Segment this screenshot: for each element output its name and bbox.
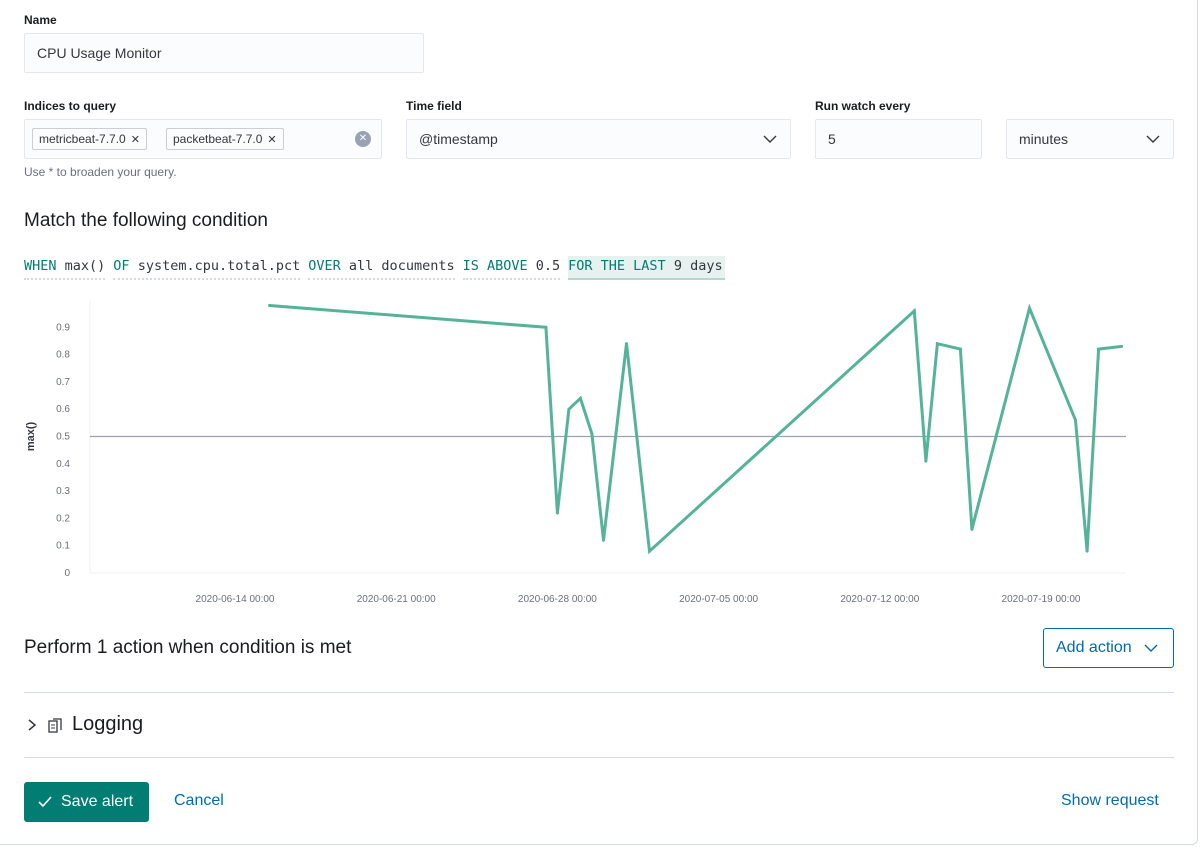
data-point <box>648 549 652 553</box>
when-value: max() <box>64 258 106 274</box>
y-tick-label: 0.3 <box>56 486 70 497</box>
when-keyword: WHEN <box>24 258 57 274</box>
remove-pill-icon[interactable]: ✕ <box>131 134 140 146</box>
y-tick-label: 0.5 <box>56 432 70 443</box>
over-expression[interactable]: OVER all documents <box>308 256 455 280</box>
time-window-keyword: FOR THE LAST <box>568 258 666 274</box>
data-point <box>567 407 571 411</box>
data-point <box>624 342 628 346</box>
data-point <box>601 538 605 542</box>
add-action-label: Add action <box>1056 639 1132 656</box>
run-every-unit-select[interactable]: minutes <box>1006 119 1174 159</box>
over-value: all documents <box>348 258 455 274</box>
name-input-value: CPU Usage Monitor <box>37 45 162 61</box>
series-line <box>269 303 1122 555</box>
condition-expression: WHEN max() OF system.cpu.total.pct OVER al… <box>24 256 733 280</box>
y-tick-label: 0.8 <box>56 350 70 361</box>
index-pill-label: metricbeat-7.7.0 <box>39 132 126 146</box>
time-field-label: Time field <box>406 99 462 113</box>
time-field-value: @timestamp <box>419 131 498 147</box>
x-tick-label: 2020-06-21 00:00 <box>357 594 436 605</box>
divider <box>24 757 1174 758</box>
y-axis-title: max() <box>25 421 37 451</box>
x-tick-label: 2020-06-28 00:00 <box>518 594 597 605</box>
run-every-label: Run watch every <box>815 99 911 113</box>
y-tick-label: 0 <box>64 568 70 579</box>
y-tick-label: 0.1 <box>56 541 70 552</box>
index-pill-label: packetbeat-7.7.0 <box>173 132 263 146</box>
time-window-expression[interactable]: FOR THE LAST 9 days <box>568 256 725 280</box>
when-expression[interactable]: WHEN max() <box>24 256 106 280</box>
time-window-value: 9 days <box>673 258 723 274</box>
x-tick-label: 2020-07-19 00:00 <box>1002 594 1081 605</box>
over-keyword: OVER <box>308 258 341 274</box>
name-label: Name <box>24 13 57 27</box>
y-tick-label: 0.2 <box>56 513 70 524</box>
x-tick-label: 2020-07-12 00:00 <box>840 594 919 605</box>
indices-label: Indices to query <box>24 99 117 113</box>
condition-title: Match the following condition <box>24 210 268 231</box>
data-point <box>1074 418 1078 422</box>
data-point <box>912 309 916 313</box>
x-tick-label: 2020-06-14 00:00 <box>196 594 275 605</box>
indices-combobox[interactable]: metricbeat-7.7.0 ✕ packetbeat-7.7.0 ✕ ✕ <box>24 119 382 159</box>
data-point <box>578 396 582 400</box>
y-tick-label: 0.6 <box>56 404 70 415</box>
threshold-value: 0.5 <box>535 258 561 274</box>
chevron-down-icon <box>763 135 777 143</box>
of-keyword: OF <box>113 258 130 274</box>
run-every-input[interactable]: 5 <box>815 119 982 159</box>
chevron-down-icon <box>1144 644 1158 652</box>
data-point <box>935 342 939 346</box>
alert-form-panel: Name CPU Usage Monitor Indices to query … <box>0 0 1198 845</box>
indices-help-text: Use * to broaden your query. <box>24 165 177 179</box>
cancel-link[interactable]: Cancel <box>174 792 224 810</box>
data-point <box>1097 347 1101 351</box>
y-tick-label: 0.9 <box>56 322 70 333</box>
index-pill-metricbeat: metricbeat-7.7.0 ✕ <box>32 128 147 150</box>
save-alert-button[interactable]: Save alert <box>24 782 149 822</box>
data-point <box>555 511 559 515</box>
data-point <box>544 325 548 329</box>
check-icon <box>38 796 52 808</box>
index-pill-packetbeat: packetbeat-7.7.0 ✕ <box>166 128 284 150</box>
data-point <box>1027 306 1031 310</box>
name-input[interactable]: CPU Usage Monitor <box>24 33 424 73</box>
of-value: system.cpu.total.pct <box>137 258 301 274</box>
of-expression[interactable]: OF system.cpu.total.pct <box>113 256 301 280</box>
x-tick-label: 2020-07-05 00:00 <box>679 594 758 605</box>
save-alert-label: Save alert <box>61 793 134 810</box>
data-point <box>924 459 928 463</box>
remove-pill-icon[interactable]: ✕ <box>267 134 276 146</box>
actions-title: Perform 1 action when condition is met <box>24 637 352 658</box>
data-point <box>1120 344 1124 348</box>
chevron-right-icon[interactable] <box>26 718 38 732</box>
divider <box>24 692 1174 693</box>
threshold-chart: 0 0.1 0.2 0.3 0.4 0.5 0.6 0.7 0.8 0.9 max() 2020-06… <box>25 300 1126 605</box>
y-tick-label: 0.7 <box>56 377 70 388</box>
data-point <box>268 303 272 307</box>
data-point <box>958 347 962 351</box>
chevron-down-icon <box>1146 135 1160 143</box>
threshold-keyword: IS ABOVE <box>462 258 528 274</box>
run-every-unit-value: minutes <box>1019 131 1069 147</box>
run-every-value: 5 <box>828 131 836 147</box>
data-point <box>970 527 974 531</box>
add-action-button[interactable]: Add action <box>1043 628 1174 668</box>
y-tick-label: 0.4 <box>56 459 70 470</box>
data-point <box>1085 549 1089 553</box>
time-field-select[interactable]: @timestamp <box>406 119 791 159</box>
threshold-expression[interactable]: IS ABOVE 0.5 <box>462 256 561 280</box>
data-point <box>590 432 594 436</box>
show-request-link[interactable]: Show request <box>1061 792 1159 810</box>
clear-indices-icon[interactable]: ✕ <box>355 131 371 147</box>
logs-app-icon <box>48 718 62 733</box>
logging-label: Logging <box>72 713 144 735</box>
